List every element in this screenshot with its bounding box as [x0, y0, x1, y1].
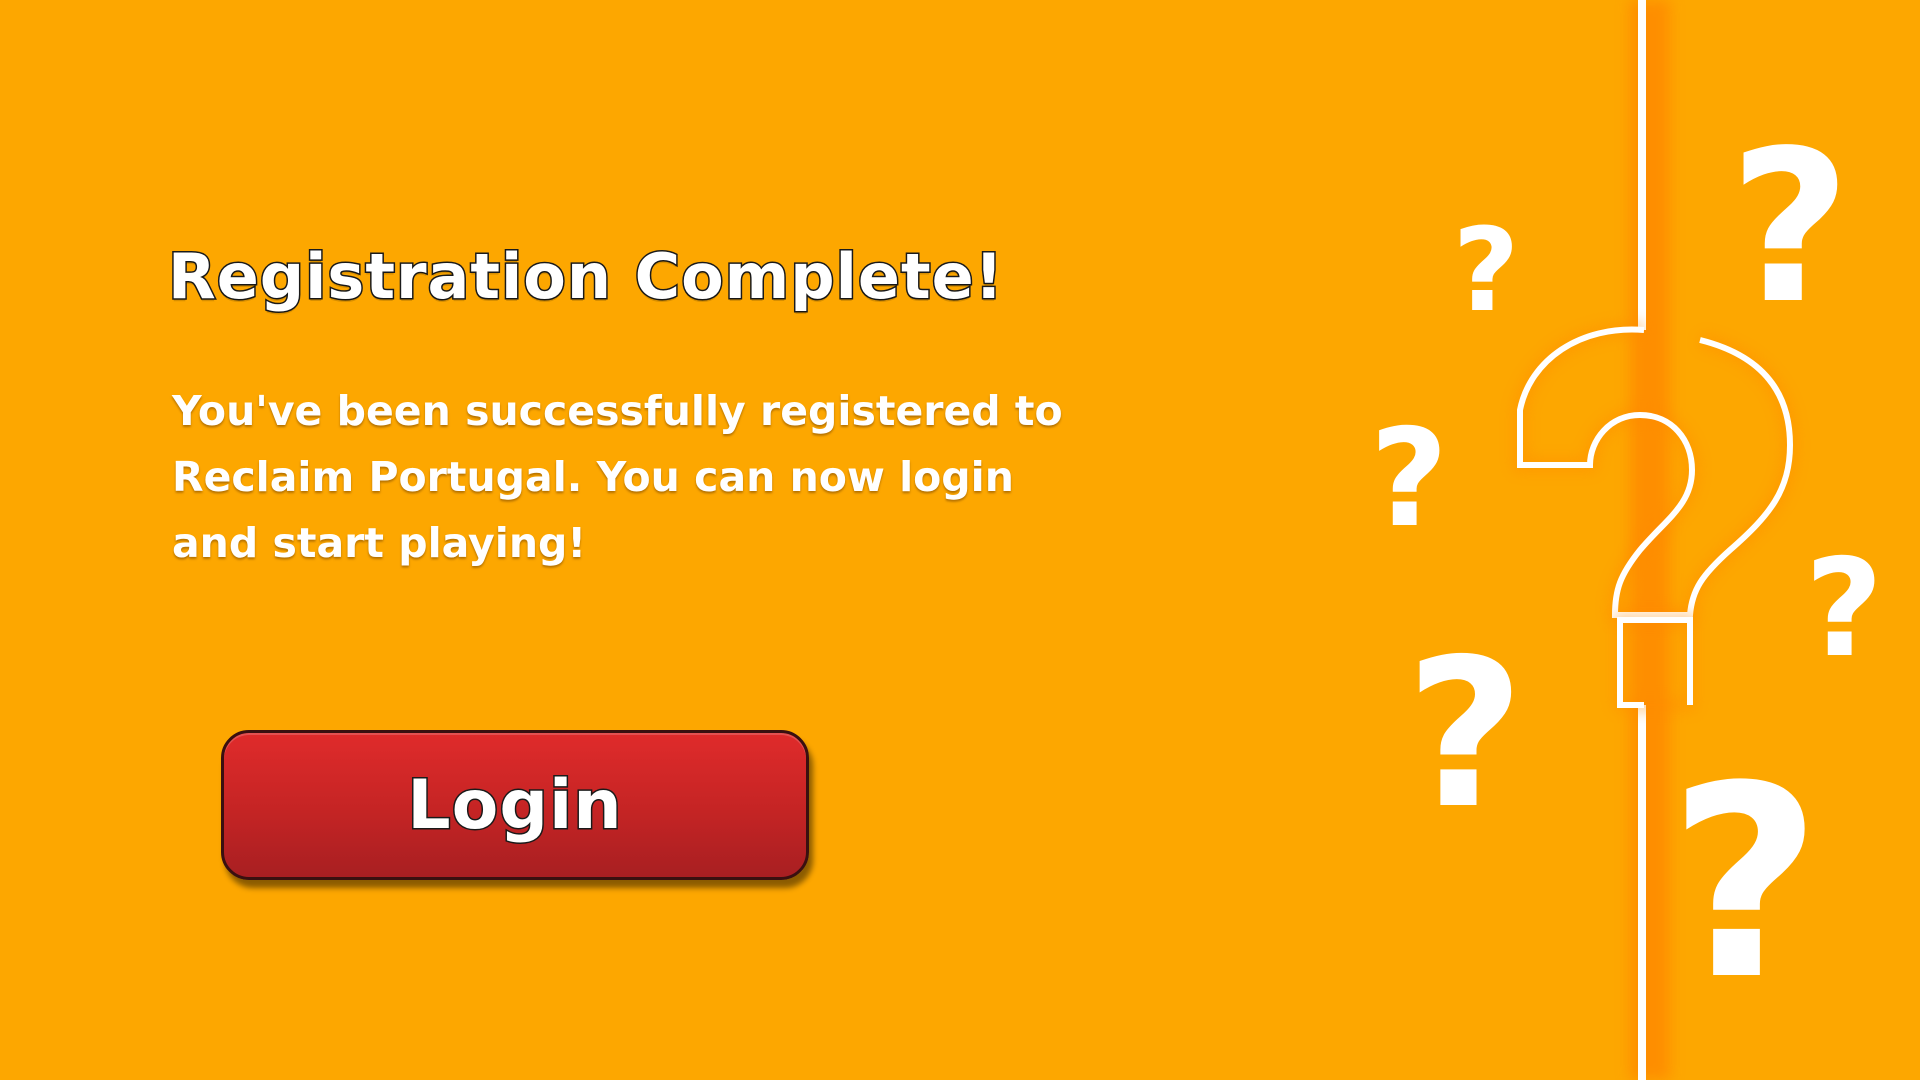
login-button[interactable]: Login [221, 730, 809, 880]
divider-line-bottom [1638, 705, 1646, 1080]
page-title: Registration Complete! [167, 239, 1005, 315]
question-mark-icon: ? [1729, 105, 1851, 350]
question-mark-icon: ? [1370, 400, 1448, 557]
registration-complete-screen: Registration Complete! You've been succe… [0, 0, 1920, 1080]
question-mark-icon: ? [1668, 730, 1822, 1038]
question-marks-decoration: ? ? ? ? ? ? [1370, 0, 1883, 1080]
login-button-label: Login [406, 764, 623, 846]
success-message: You've been successfully registered to R… [172, 387, 1063, 567]
question-mark-icon: ? [1805, 530, 1883, 687]
divider-line-top [1638, 0, 1646, 330]
question-mark-icon: ? [1453, 204, 1520, 338]
question-mark-icon: ? [1406, 616, 1525, 854]
